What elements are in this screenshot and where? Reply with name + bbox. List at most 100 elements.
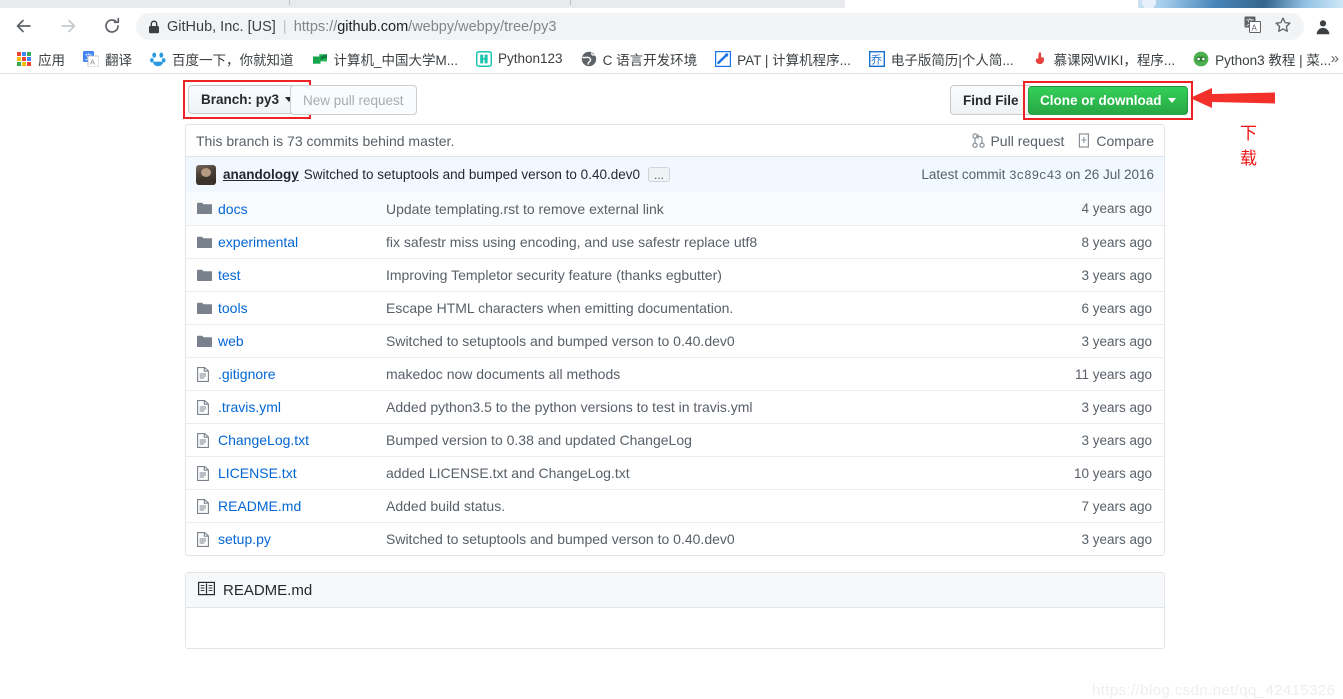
table-row[interactable]: ChangeLog.txt Bumped version to 0.38 and… [186, 423, 1164, 456]
commit-author-link[interactable]: anandology [223, 167, 299, 182]
file-name-link[interactable]: web [218, 333, 386, 349]
file-age: 10 years ago [1073, 465, 1152, 481]
bookmark-icourse163[interactable]: 计算机_中国大学M... [304, 46, 467, 72]
reload-icon[interactable] [96, 10, 128, 42]
branch-selector-button[interactable]: Branch: py3 [188, 85, 307, 114]
bookmark-baidu[interactable]: 百度一下，你就知道 [142, 46, 302, 72]
file-commit-message[interactable]: makedoc now documents all methods [386, 366, 1046, 382]
clone-button-highlight: Clone or download [1023, 81, 1193, 120]
new-pull-request-label: New pull request [303, 92, 404, 108]
branch-status-actions: Pull request Compare [972, 133, 1154, 149]
flame-icon [1032, 51, 1048, 67]
bookmark-label: PAT | 计算机程序... [737, 52, 851, 68]
file-name-link[interactable]: ChangeLog.txt [218, 432, 386, 448]
back-arrow-icon[interactable] [8, 10, 40, 42]
file-commit-message[interactable]: fix safestr miss using encoding, and use… [386, 234, 1046, 250]
url-scheme: https:// [293, 18, 338, 35]
file-name-link[interactable]: tools [218, 300, 386, 316]
repo-content-container: Branch: py3 New pull request Find File C… [183, 74, 1275, 649]
bookmark-c-language[interactable]: C 语言开发环境 [573, 46, 706, 72]
bookmark-label: Python3 教程 | 菜... [1215, 52, 1332, 68]
file-commit-message[interactable]: Update templating.rst to remove external… [386, 201, 1046, 217]
bookmarks-overflow-icon[interactable]: » [1331, 50, 1339, 67]
file-age: 8 years ago [1081, 234, 1152, 250]
table-row[interactable]: .travis.yml Added python3.5 to the pytho… [186, 390, 1164, 423]
commit-message[interactable]: Switched to setuptools and bumped verson… [304, 167, 640, 182]
file-commit-message[interactable]: Bumped version to 0.38 and updated Chang… [386, 432, 1046, 448]
table-row[interactable]: tools Escape HTML characters when emitti… [186, 291, 1164, 324]
python123-icon [476, 50, 493, 67]
table-row[interactable]: docs Update templating.rst to remove ext… [186, 192, 1164, 225]
file-commit-message[interactable]: Escape HTML characters when emitting doc… [386, 300, 1046, 316]
github-repo-page: Branch: py3 New pull request Find File C… [0, 74, 1343, 699]
forward-arrow-icon[interactable] [52, 10, 84, 42]
file-name-link[interactable]: README.md [218, 498, 386, 514]
table-row[interactable]: README.md Added build status. 7 years ag… [186, 489, 1164, 522]
file-age: 11 years ago [1074, 366, 1152, 382]
bookmark-imooc-wiki[interactable]: 慕课网WIKI，程序... [1024, 46, 1184, 72]
url-path: /webpy/webpy/tree/py3 [408, 18, 557, 35]
bookmark-label: C 语言开发环境 [602, 52, 698, 68]
browser-toolbar: GitHub, Inc. [US] | https://github.com/w… [0, 8, 1343, 44]
file-commit-message[interactable]: Switched to setuptools and bumped verson… [386, 333, 1046, 349]
find-file-label: Find File [963, 92, 1019, 108]
bookmark-runoob[interactable]: Python3 教程 | 菜... [1185, 46, 1339, 72]
file-list-table: docs Update templating.rst to remove ext… [185, 192, 1165, 556]
table-row[interactable]: setup.py Switched to setuptools and bump… [186, 522, 1164, 555]
table-row[interactable]: LICENSE.txt added LICENSE.txt and Change… [186, 456, 1164, 489]
pat-icon [715, 50, 732, 67]
folder-icon [186, 269, 218, 282]
table-row[interactable]: experimental fix safestr miss using enco… [186, 225, 1164, 258]
file-commit-message[interactable]: Added build status. [386, 498, 1046, 514]
commit-expand-button[interactable]: ... [648, 167, 671, 182]
latest-commit-info: Latest commit 3c89c43 on 26 Jul 2016 [921, 167, 1154, 183]
find-file-button[interactable]: Find File [950, 85, 1032, 115]
bookmark-pat[interactable]: PAT | 计算机程序... [707, 46, 859, 72]
bookmark-resume[interactable]: 乔 电子版简历|个人简... [861, 46, 1022, 72]
file-name-link[interactable]: .gitignore [218, 366, 386, 382]
svg-text:A: A [90, 57, 95, 66]
latest-commit-bar: anandology Switched to setuptools and bu… [185, 156, 1165, 192]
file-commit-message[interactable]: Switched to setuptools and bumped verson… [386, 531, 1046, 547]
browser-chrome: GitHub, Inc. [US] | https://github.com/w… [0, 0, 1343, 74]
file-name-link[interactable]: experimental [218, 234, 386, 250]
clone-or-download-button[interactable]: Clone or download [1028, 86, 1188, 115]
star-icon[interactable] [1274, 16, 1292, 38]
bookmark-apps[interactable]: 应用 [8, 46, 73, 72]
file-name-link[interactable]: docs [218, 201, 386, 217]
bookmark-python123[interactable]: Python123 [468, 48, 571, 70]
table-row[interactable]: test Improving Templetor security featur… [186, 258, 1164, 291]
file-age: 3 years ago [1081, 432, 1152, 448]
bookmark-label: 电子版简历|个人简... [890, 52, 1014, 68]
repo-action-toolbar: Branch: py3 New pull request Find File C… [183, 74, 1275, 168]
pull-request-label: Pull request [990, 132, 1065, 149]
file-icon [186, 465, 218, 481]
pull-request-icon [972, 133, 986, 148]
file-commit-message[interactable]: Added python3.5 to the python versions t… [386, 399, 1046, 415]
file-name-link[interactable]: setup.py [218, 531, 386, 547]
file-name-link[interactable]: test [218, 267, 386, 283]
file-name-link[interactable]: .travis.yml [218, 399, 386, 415]
file-age: 3 years ago [1081, 399, 1152, 415]
annotation-arrow-icon [1190, 86, 1275, 113]
file-commit-message[interactable]: added LICENSE.txt and ChangeLog.txt [386, 465, 1046, 481]
profile-icon[interactable] [1313, 17, 1333, 42]
icourse163-icon [312, 51, 328, 67]
file-icon [186, 399, 218, 415]
compare-label: Compare [1096, 132, 1154, 149]
file-name-link[interactable]: LICENSE.txt [218, 465, 386, 481]
translate-icon[interactable]: 文 A [1244, 16, 1261, 37]
table-row[interactable]: .gitignore makedoc now documents all met… [186, 357, 1164, 390]
compare-link[interactable]: Compare [1078, 133, 1154, 149]
table-row[interactable]: web Switched to setuptools and bumped ve… [186, 324, 1164, 357]
file-commit-message[interactable]: Improving Templetor security feature (th… [386, 267, 1046, 283]
new-pull-request-button[interactable]: New pull request [290, 85, 417, 115]
commit-date: 26 Jul 2016 [1084, 166, 1154, 182]
readme-header: README.md [186, 573, 1164, 608]
bookmark-label: 应用 [38, 52, 65, 68]
bookmark-translate[interactable]: 文A 翻译 [75, 46, 140, 72]
commit-sha[interactable]: 3c89c43 [1009, 169, 1062, 183]
pull-request-link[interactable]: Pull request [972, 133, 1064, 149]
svg-text:乔: 乔 [871, 53, 882, 66]
address-bar[interactable]: GitHub, Inc. [US] | https://github.com/w… [136, 13, 1304, 40]
